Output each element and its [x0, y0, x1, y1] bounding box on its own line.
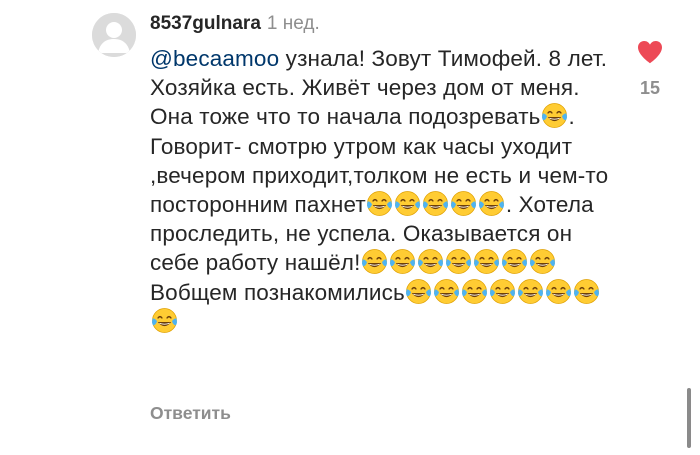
face-with-tears-of-joy-icon — [545, 278, 572, 305]
mention-link[interactable]: @becaamoo — [150, 46, 279, 71]
emoji-group — [366, 190, 506, 217]
face-with-tears-of-joy-icon — [361, 248, 388, 275]
comment-segment: Вобщем познакомились — [150, 279, 405, 305]
face-with-tears-of-joy-icon — [394, 190, 421, 217]
comment-meta: 8537gulnara 1 нед. — [150, 12, 320, 36]
face-with-tears-of-joy-icon — [405, 278, 432, 305]
scrollbar[interactable] — [687, 388, 691, 448]
face-with-tears-of-joy-icon — [489, 278, 516, 305]
like-area: 15 — [628, 40, 672, 99]
face-with-tears-of-joy-icon — [541, 102, 568, 129]
username[interactable]: 8537gulnara — [150, 13, 261, 34]
face-with-tears-of-joy-icon — [417, 248, 444, 275]
face-with-tears-of-joy-icon — [422, 190, 449, 217]
face-with-tears-of-joy-icon — [478, 190, 505, 217]
reply-button[interactable]: Ответить — [150, 403, 231, 424]
face-with-tears-of-joy-icon — [501, 248, 528, 275]
face-with-tears-of-joy-icon — [450, 190, 477, 217]
emoji-group — [405, 278, 433, 305]
heart-icon[interactable] — [637, 40, 663, 64]
timestamp: 1 нед. — [266, 13, 320, 34]
face-with-tears-of-joy-icon — [461, 278, 488, 305]
face-with-tears-of-joy-icon — [529, 248, 556, 275]
face-with-tears-of-joy-icon — [151, 307, 178, 334]
face-with-tears-of-joy-icon — [473, 248, 500, 275]
face-with-tears-of-joy-icon — [389, 248, 416, 275]
emoji-group — [541, 102, 569, 129]
default-avatar-icon — [92, 13, 136, 57]
like-count: 15 — [639, 78, 661, 98]
comment-text: @becaamoo узнала! Зовут Тимофей. 8 лет. … — [150, 44, 620, 336]
comment: 8537gulnara 1 нед. @becaamoo узнала! Зову… — [0, 0, 700, 455]
face-with-tears-of-joy-icon — [573, 278, 600, 305]
avatar[interactable] — [92, 13, 136, 57]
face-with-tears-of-joy-icon — [366, 190, 393, 217]
face-with-tears-of-joy-icon — [433, 278, 460, 305]
emoji-group — [360, 248, 556, 275]
face-with-tears-of-joy-icon — [517, 278, 544, 305]
face-with-tears-of-joy-icon — [445, 248, 472, 275]
